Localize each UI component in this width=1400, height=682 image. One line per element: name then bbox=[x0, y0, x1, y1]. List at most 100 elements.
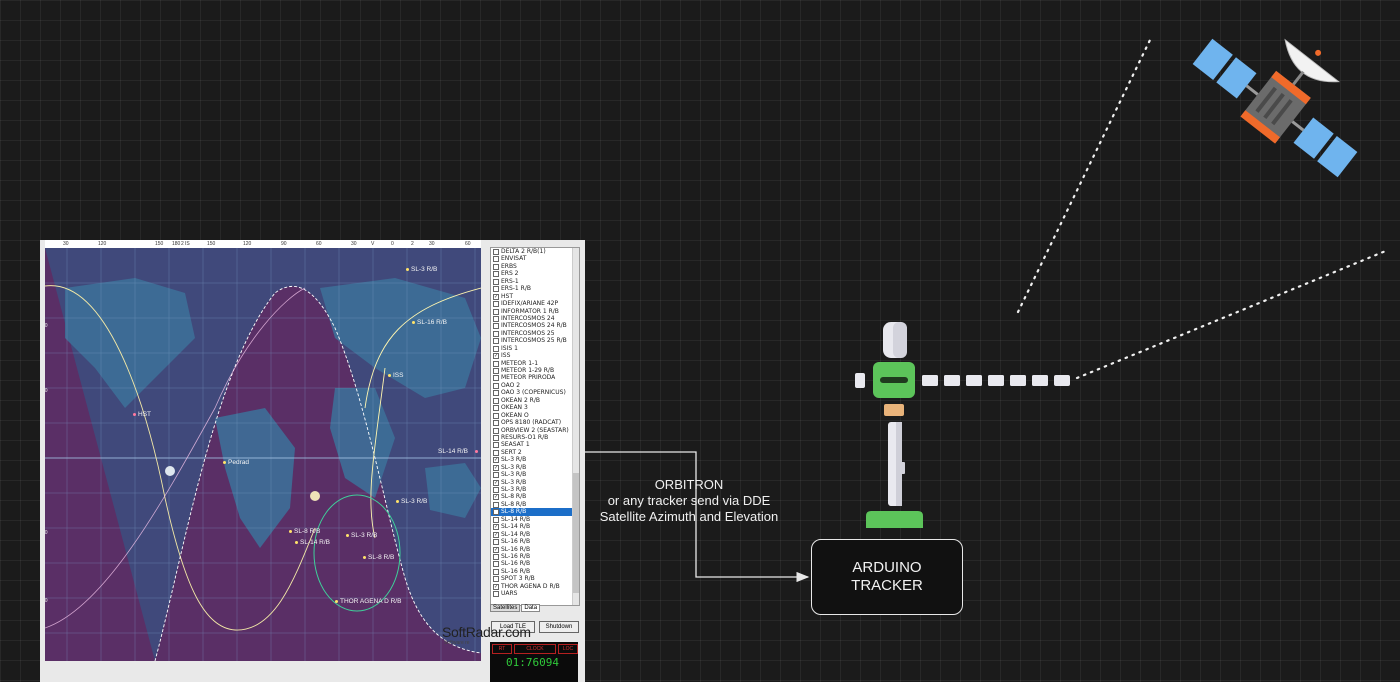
satellite-list-item[interactable]: ✓ THOR AGENA D R/B bbox=[491, 583, 579, 590]
satellite-list-item[interactable]: METEOR 1-29 R/B bbox=[491, 367, 579, 374]
satellite-list-item[interactable]: ERS-1 R/B bbox=[491, 285, 579, 293]
satellite-list-item[interactable]: ✓ SL-8 R/B bbox=[491, 508, 579, 516]
satellite-checkbox[interactable] bbox=[493, 576, 499, 583]
satellite-list-item[interactable]: SL-3 R/B bbox=[491, 471, 579, 479]
satellite-list-item[interactable]: ✓ SL-16 R/B bbox=[491, 546, 579, 553]
satellite-list[interactable]: DELTA 2 R/B(1) ENVISAT ERBS ERS 2 ERS-1 ERS-1… bbox=[490, 247, 580, 606]
satellite-checkbox[interactable] bbox=[493, 390, 499, 397]
map-satellite-marker[interactable] bbox=[412, 321, 415, 324]
satellite-list-item[interactable]: SL-16 R/B bbox=[491, 538, 579, 546]
satellite-checkbox[interactable]: ✓ bbox=[493, 479, 499, 486]
satellite-list-item[interactable]: ✓ HST bbox=[491, 293, 579, 300]
satellite-list-item[interactable]: ORBVIEW 2 (SEASTAR) bbox=[491, 427, 579, 434]
satellite-list-item[interactable]: METEOR PRIRODA bbox=[491, 374, 579, 382]
satellite-list-item[interactable]: OKEAN O bbox=[491, 412, 579, 419]
satellite-list-item[interactable]: IDEFIX/ARIANE 42P bbox=[491, 300, 579, 308]
satellite-checkbox[interactable] bbox=[493, 315, 499, 322]
satellite-list-item[interactable]: INFORMATOR 1 R/B bbox=[491, 308, 579, 315]
satellite-checkbox[interactable] bbox=[493, 434, 499, 441]
satellite-list-item[interactable]: INTERCOSMOS 25 bbox=[491, 330, 579, 337]
scrollbar-thumb[interactable] bbox=[573, 473, 579, 593]
satellite-list-item[interactable]: SEASAT 1 bbox=[491, 441, 579, 449]
satellite-checkbox[interactable]: ✓ bbox=[493, 457, 499, 464]
satellite-list-item[interactable]: ERS-1 bbox=[491, 278, 579, 285]
satellite-checkbox[interactable] bbox=[493, 539, 499, 546]
satellite-list-item[interactable]: INTERCOSMOS 25 R/B bbox=[491, 337, 579, 345]
satellite-checkbox[interactable] bbox=[493, 286, 499, 293]
satellite-checkbox[interactable] bbox=[493, 442, 499, 449]
satellite-checkbox[interactable]: ✓ bbox=[493, 583, 499, 590]
satellite-checkbox[interactable] bbox=[493, 271, 499, 278]
map-satellite-marker[interactable] bbox=[363, 556, 366, 559]
satellite-list-item[interactable]: ENVISAT bbox=[491, 255, 579, 263]
satellite-checkbox[interactable] bbox=[493, 591, 499, 598]
satellite-list-item[interactable]: OKEAN 2 R/B bbox=[491, 397, 579, 404]
satellite-list-item[interactable]: SERT 2 bbox=[491, 449, 579, 456]
satellite-list-item[interactable]: SL-3 R/B bbox=[491, 486, 579, 493]
satellite-checkbox[interactable] bbox=[493, 382, 499, 389]
satellite-list-item[interactable]: SL-16 R/B bbox=[491, 568, 579, 575]
satellite-checkbox[interactable] bbox=[493, 308, 499, 315]
satellite-list-item[interactable]: ERBS bbox=[491, 263, 579, 270]
satellite-list-item[interactable]: ISIS 1 bbox=[491, 345, 579, 352]
satellite-checkbox[interactable] bbox=[493, 412, 499, 419]
satellite-checkbox[interactable] bbox=[493, 501, 499, 508]
map-satellite-marker[interactable] bbox=[406, 268, 409, 271]
satellite-checkbox[interactable] bbox=[493, 301, 499, 308]
satellite-checkbox[interactable]: ✓ bbox=[493, 509, 499, 516]
satellite-checkbox[interactable] bbox=[493, 516, 499, 523]
satellite-list-item[interactable]: OAO 3 (COPERNICUS) bbox=[491, 389, 579, 397]
satellite-list-item[interactable]: SPOT 3 R/B bbox=[491, 575, 579, 583]
satellite-list-item[interactable]: INTERCOSMOS 24 R/B bbox=[491, 322, 579, 330]
map-satellite-marker[interactable] bbox=[289, 530, 292, 533]
satellite-checkbox[interactable] bbox=[493, 338, 499, 345]
map-satellite-marker[interactable] bbox=[335, 600, 338, 603]
satellite-checkbox[interactable]: ✓ bbox=[493, 531, 499, 538]
map-satellite-marker[interactable] bbox=[396, 500, 399, 503]
satellite-list-item[interactable]: ✓ SL-3 R/B bbox=[491, 479, 579, 486]
satellite-checkbox[interactable] bbox=[493, 405, 499, 412]
tab-data[interactable]: Data bbox=[521, 604, 541, 612]
satellite-list-scrollbar[interactable] bbox=[572, 248, 579, 605]
satellite-checkbox[interactable] bbox=[493, 472, 499, 479]
satellite-checkbox[interactable] bbox=[493, 420, 499, 427]
satellite-list-item[interactable]: DELTA 2 R/B(1) bbox=[491, 248, 579, 255]
satellite-list-item[interactable]: SL-16 R/B bbox=[491, 560, 579, 568]
satellite-list-item[interactable]: ✓ ISS bbox=[491, 352, 579, 360]
satellite-checkbox[interactable] bbox=[493, 568, 499, 575]
map-satellite-marker[interactable] bbox=[475, 450, 478, 453]
satellite-list-item[interactable]: ✓ SL-3 R/B bbox=[491, 464, 579, 471]
satellite-checkbox[interactable] bbox=[493, 256, 499, 263]
satellite-list-item[interactable]: ✓ SL-14 R/B bbox=[491, 531, 579, 538]
satellite-checkbox[interactable] bbox=[493, 360, 499, 367]
satellite-checkbox[interactable] bbox=[493, 427, 499, 434]
satellite-list-item[interactable]: RESURS-O1 R/B bbox=[491, 434, 579, 441]
satellite-checkbox[interactable] bbox=[493, 263, 499, 270]
satellite-checkbox[interactable] bbox=[493, 330, 499, 337]
satellite-list-item[interactable]: ✓ SL-8 R/B bbox=[491, 493, 579, 501]
satellite-list-item[interactable]: ✓ SL-14 R/B bbox=[491, 523, 579, 531]
satellite-checkbox[interactable]: ✓ bbox=[493, 494, 499, 501]
satellite-checkbox[interactable] bbox=[493, 345, 499, 352]
satellite-list-item[interactable]: ✓ SL-3 R/B bbox=[491, 456, 579, 464]
shutdown-button[interactable]: Shutdown bbox=[539, 621, 579, 633]
map-satellite-marker[interactable] bbox=[133, 413, 136, 416]
satellite-checkbox[interactable] bbox=[493, 375, 499, 382]
satellite-checkbox[interactable] bbox=[493, 397, 499, 404]
satellite-list-item[interactable]: OAO 2 bbox=[491, 382, 579, 389]
satellite-checkbox[interactable] bbox=[493, 487, 499, 493]
satellite-list-item[interactable]: INTERCOSMOS 24 bbox=[491, 315, 579, 322]
satellite-checkbox[interactable]: ✓ bbox=[493, 293, 499, 300]
satellite-checkbox[interactable] bbox=[493, 553, 499, 560]
satellite-checkbox[interactable]: ✓ bbox=[493, 546, 499, 553]
tab-satellites[interactable]: Satellites bbox=[490, 604, 521, 612]
satellite-checkbox[interactable]: ✓ bbox=[493, 524, 499, 531]
satellite-list-item[interactable]: OKEAN 3 bbox=[491, 404, 579, 412]
satellite-list-item[interactable]: UARS bbox=[491, 590, 579, 598]
satellite-list-item[interactable]: SL-14 R/B bbox=[491, 516, 579, 523]
satellite-checkbox[interactable] bbox=[493, 323, 499, 330]
satellite-checkbox[interactable] bbox=[493, 368, 499, 374]
satellite-checkbox[interactable] bbox=[493, 278, 499, 285]
satellite-list-item[interactable]: OPS 8180 (RADCAT) bbox=[491, 419, 579, 427]
map-satellite-marker[interactable] bbox=[346, 534, 349, 537]
